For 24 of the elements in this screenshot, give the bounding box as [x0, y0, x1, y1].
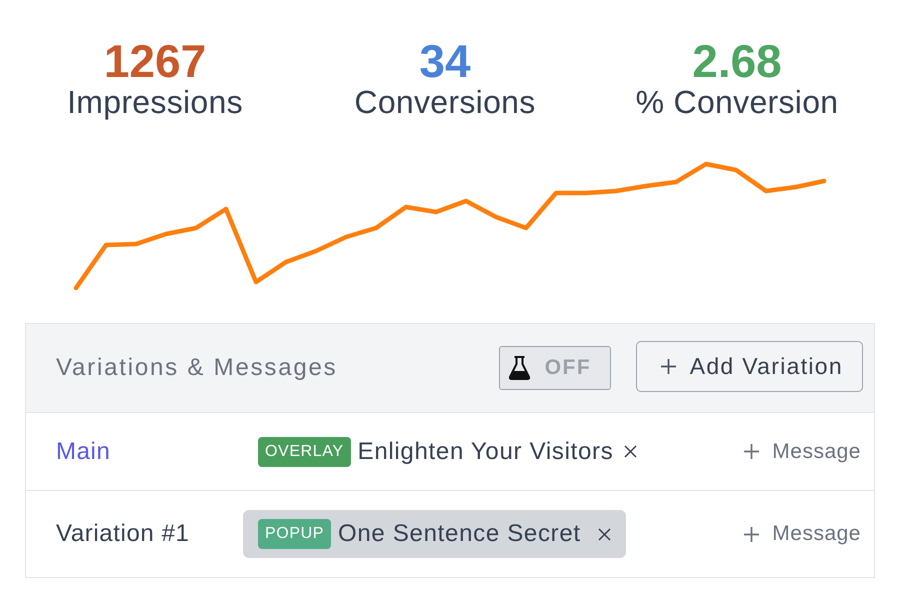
stat-label: Impressions — [67, 84, 243, 120]
panel-title: Variations & Messages — [56, 354, 338, 382]
close-icon[interactable] — [624, 445, 638, 458]
message-title: One Sentence Secret — [338, 520, 581, 548]
plus-icon — [660, 358, 676, 374]
add-variation-button[interactable]: Add Variation — [636, 340, 863, 392]
stat-label: Conversions — [354, 84, 536, 120]
message-type-tag: OVERLAY — [258, 436, 351, 466]
stat-value: 1267 — [104, 38, 206, 84]
message-chip[interactable]: POPUP One Sentence Secret — [243, 510, 626, 558]
add-message-button[interactable]: Message — [744, 440, 861, 464]
flask-icon — [508, 356, 530, 380]
variation-name[interactable]: Main — [56, 438, 243, 466]
message-type-tag: POPUP — [258, 519, 332, 549]
message-chip[interactable]: OVERLAY Enlighten Your Visitors — [243, 428, 652, 476]
variation-name[interactable]: Variation #1 — [56, 520, 243, 548]
close-icon[interactable] — [598, 528, 611, 540]
add-message-button[interactable]: Message — [744, 522, 861, 546]
plus-icon — [744, 444, 760, 459]
plus-icon — [744, 526, 760, 542]
stat-value: 2.68 — [692, 38, 782, 84]
stat-value: 34 — [419, 38, 471, 84]
stat-label: % Conversion — [636, 84, 838, 120]
message-title: Enlighten Your Visitors — [358, 438, 614, 466]
